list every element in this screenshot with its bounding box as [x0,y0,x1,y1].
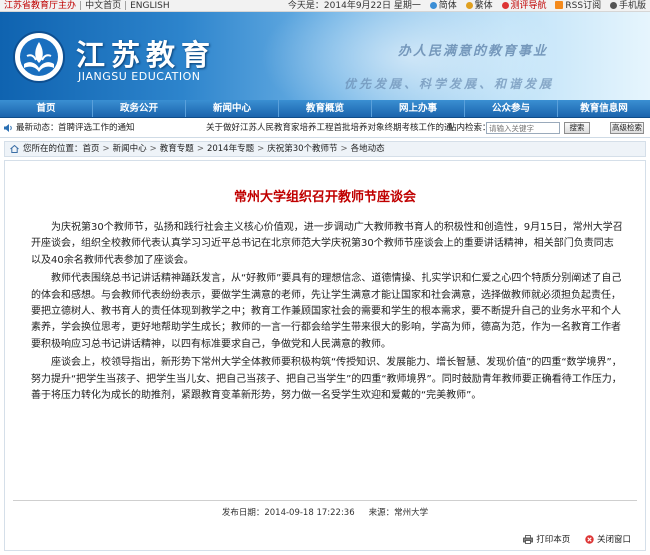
article-paragraph: 为庆祝第30个教师节，弘扬和践行社会主义核心价值观，进一步调动广大教师教书育人的… [31,222,623,266]
news-ticker-bar: 最新动态： 首聘评选工作的通知 关于做好江苏人民教育家培养工程首批培养对象终期考… [0,118,650,138]
breadcrumb-home[interactable]: 首页 [83,144,100,154]
english-link[interactable]: ENGLISH [130,1,170,11]
advanced-search-button[interactable]: 高级检索 [610,122,644,134]
publish-date: 2014-09-18 17:22:36 [264,508,355,518]
breadcrumb-2014-topics[interactable]: 2014年专题 [207,144,254,154]
simplified-link[interactable]: 简体 [439,1,457,11]
nav-news-center[interactable]: 新闻中心 [186,100,279,117]
breadcrumb-news-center[interactable]: 新闻中心 [113,144,147,154]
banner-slogan-bottom: 优先发展、科学发展、和谐发展 [344,77,555,91]
latest-news-label: 最新动态： [16,123,59,133]
source: 常州大学 [394,508,429,518]
article-paragraph: 座谈会上，校领导指出，新形势下常州大学全体教师要积极构筑“传授知识、发展能力、增… [31,357,622,401]
nav-public-participation[interactable]: 公众参与 [465,100,558,117]
site-search-label: 站内检索： [448,123,491,133]
article-meta: 发布日期：2014-09-18 17:22:36 来源：常州大学 [5,506,645,518]
publish-date-label: 发布日期： [221,508,265,518]
mobile-link[interactable]: 手机版 [619,1,646,11]
breadcrumb-local-news[interactable]: 各地动态 [351,144,385,154]
close-icon [585,535,594,544]
rss-link[interactable]: RSS订阅 [565,1,601,11]
site-banner: 江苏教育 JIANGSU EDUCATION 办人民满意的教育事业 优先发展、科… [0,12,650,100]
source-label: 来源： [368,508,395,518]
home-icon [10,145,19,153]
article-body: 为庆祝第30个教师节，弘扬和践行社会主义核心价值观，进一步调动广大教师教书育人的… [31,220,623,407]
test-nav-link[interactable]: 测评导航 [511,1,547,11]
nav-online-services[interactable]: 网上办事 [372,100,465,117]
ticker-item-1[interactable]: 首聘评选工作的通知 [58,118,135,138]
banner-subtitle: JIANGSU EDUCATION [78,70,201,83]
chinese-home-link[interactable]: 中文首页 [85,1,121,11]
nav-home[interactable]: 首页 [0,100,93,117]
article-panel: 常州大学组织召开教师节座谈会 为庆祝第30个教师节，弘扬和践行社会主义核心价值观… [4,160,646,551]
mobile-icon [609,2,617,9]
nav-government-affairs[interactable]: 政务公开 [93,100,186,117]
date-text: 今天是：2014年9月22日 星期一 [287,1,421,11]
test-nav-icon [501,2,509,9]
printer-icon [523,535,534,544]
close-window-button[interactable]: 关闭窗口 [585,533,631,545]
traditional-link[interactable]: 繁体 [475,1,493,11]
top-left-links: 江苏省教育厅主办 | 中文首页 | ENGLISH [4,1,170,11]
close-window-label: 关闭窗口 [596,535,631,545]
divider [13,500,637,501]
article-title: 常州大学组织召开教师节座谈会 [233,190,416,205]
banner-title: 江苏教育 [76,38,217,72]
main-navigation: 首页 政务公开 新闻中心 教育概览 网上办事 公众参与 教育信息网 [0,100,650,118]
search-button[interactable]: 搜索 [564,122,590,134]
rss-icon [555,1,564,9]
search-input[interactable] [486,122,560,134]
site-owner-label: 江苏省教育厅主办 [4,1,77,11]
breadcrumb-education-topics[interactable]: 教育专题 [160,144,194,154]
simplified-icon [429,2,437,9]
top-utility-bar: 江苏省教育厅主办 | 中文首页 | ENGLISH 今天是：2014年9月22日 星期一… [0,0,650,12]
breadcrumb-prefix: 您所在的位置： [23,144,83,154]
nav-education-info-net[interactable]: 教育信息网 [558,100,650,117]
print-page-label: 打印本页 [536,535,571,545]
top-right-links: 今天是：2014年9月22日 星期一 简体 繁体 测评导航 RSS订阅 手机版 [288,0,646,12]
education-logo-icon [13,31,65,83]
breadcrumb: 您所在的位置：首页 > 新闻中心 > 教育专题 >2014年专题 > 庆祝第30个教师节 > 各地… [4,141,646,157]
article-actions: 打印本页 关闭窗口 [511,533,631,545]
banner-slogan-top: 办人民满意的教育事业 [398,44,549,59]
traditional-icon [465,2,473,9]
article-paragraph: 教师代表围绕总书记讲话精神踊跃发言，从“好教师”要具有的理想信念、道德情操、扎实… [31,273,622,350]
speaker-icon [4,124,12,132]
breadcrumb-teachers-day[interactable]: 庆祝第30个教师节 [267,144,337,154]
nav-education-overview[interactable]: 教育概览 [279,100,372,117]
print-page-button[interactable]: 打印本页 [523,533,570,545]
ticker-item-2[interactable]: 关于做好江苏人民教育家培养工程首批培养对象终期考核工作的通 [206,118,453,138]
